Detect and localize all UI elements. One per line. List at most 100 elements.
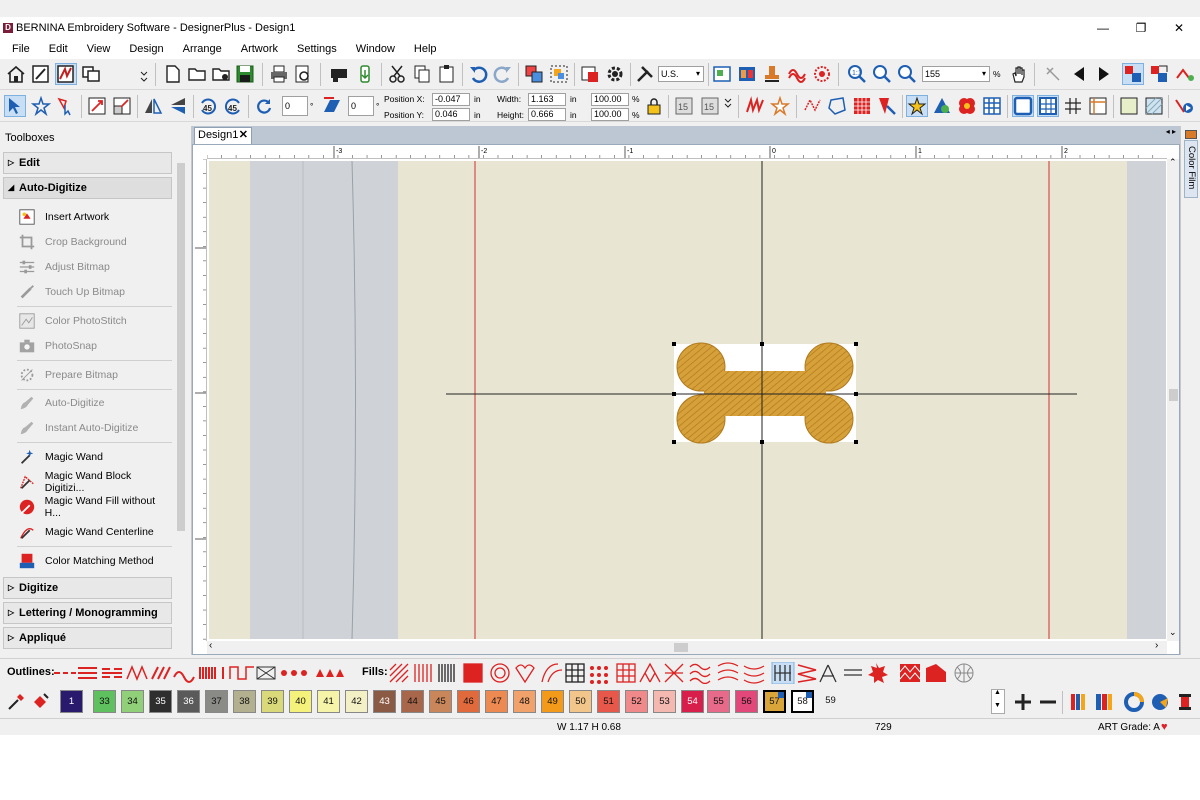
tab-scroll-arrows-icon[interactable]: ◂ ▸ — [1166, 127, 1176, 136]
auto-layout-icon[interactable]: 15 — [699, 95, 721, 117]
satin-stitch-icon[interactable] — [744, 95, 766, 117]
units-select[interactable]: U.S. ▾ — [658, 66, 704, 82]
position-x-input[interactable]: -0.047 — [432, 93, 470, 106]
mirror-vertical-icon[interactable] — [167, 95, 189, 117]
slant-icon[interactable] — [321, 95, 343, 117]
position-y-input[interactable]: 0.046 — [432, 108, 470, 121]
color-film-pin-icon[interactable] — [1185, 130, 1197, 139]
grid-view-icon[interactable] — [1037, 95, 1059, 117]
send-to-machine-icon[interactable] — [328, 63, 350, 85]
color-swatch-45[interactable]: 45 — [429, 690, 452, 713]
color-swatch-51[interactable]: 51 — [597, 690, 620, 713]
color-swatch-44[interactable]: 44 — [401, 690, 424, 713]
color-swatch-56[interactable]: 56 — [735, 690, 758, 713]
undo-icon[interactable] — [467, 63, 489, 85]
section-lettering[interactable]: ▷ Lettering / Monogramming — [3, 602, 172, 624]
color-swatch-42[interactable]: 42 — [345, 690, 368, 713]
color-sequence-icon[interactable] — [1148, 63, 1170, 85]
group-icon[interactable] — [548, 63, 570, 85]
proportional-lock-icon[interactable] — [643, 95, 665, 117]
color-swatch-43[interactable]: 43 — [373, 690, 396, 713]
artwork-canvas-icon[interactable] — [30, 63, 52, 85]
cut-icon[interactable] — [386, 63, 408, 85]
color-swatch-49[interactable]: 49 — [541, 690, 564, 713]
menu-file[interactable]: File — [0, 43, 37, 55]
tools-icon[interactable] — [634, 63, 656, 85]
pan-hand-icon[interactable] — [1008, 63, 1030, 85]
menu-arrange[interactable]: Arrange — [171, 43, 229, 55]
stitch-player-icon[interactable] — [579, 63, 601, 85]
color-swatch-48[interactable]: 48 — [513, 690, 536, 713]
rotate-icon[interactable] — [253, 95, 275, 117]
color-swatch-37[interactable]: 37 — [205, 690, 228, 713]
rotate-right-45-icon[interactable]: 45 — [222, 95, 244, 117]
vscroll-thumb[interactable] — [1169, 389, 1178, 401]
color-wheel-icon[interactable] — [1123, 691, 1145, 713]
fabric-texture-icon[interactable] — [1143, 95, 1165, 117]
paste-icon[interactable] — [436, 63, 458, 85]
auto-center-icon[interactable]: 15 — [673, 95, 695, 117]
redo-icon[interactable] — [492, 63, 514, 85]
ruler-grid-icon[interactable] — [1087, 95, 1109, 117]
color-swatch-46[interactable]: 46 — [457, 690, 480, 713]
maximize-button[interactable]: ❐ — [1122, 17, 1160, 39]
embroidery-canvas-icon[interactable] — [55, 63, 77, 85]
hoop-icon[interactable] — [811, 63, 833, 85]
tool-magic-wand-centerline[interactable]: Magic Wand Centerline — [17, 520, 172, 544]
fill-arrow-icon[interactable] — [876, 95, 898, 117]
print-icon[interactable] — [268, 63, 290, 85]
my-threads-icon[interactable] — [1093, 691, 1115, 713]
thread-chart-icon[interactable] — [1068, 691, 1090, 713]
arrange-icon[interactable] — [523, 63, 545, 85]
arrow-left-icon[interactable] — [1068, 63, 1090, 85]
tab-design1[interactable]: Design1 ✕ — [194, 127, 252, 144]
width-input[interactable]: 1.163 — [528, 93, 566, 106]
color-swatch-54[interactable]: 54 — [681, 690, 704, 713]
remove-color-icon[interactable] — [1037, 691, 1059, 713]
color-swatch-41[interactable]: 41 — [317, 690, 340, 713]
section-auto-digitize[interactable]: ◢ Auto-Digitize — [3, 177, 172, 199]
scroll-right-icon[interactable]: › — [1155, 640, 1158, 651]
scale-width-input[interactable]: 100.00 — [591, 93, 629, 106]
menu-artwork[interactable]: Artwork — [229, 43, 285, 55]
color-film-tab[interactable]: Color Film — [1184, 140, 1198, 198]
close-tab-icon[interactable]: ✕ — [239, 128, 248, 143]
tool-auto-digitize[interactable]: Auto-Digitize — [17, 391, 172, 415]
color-swatch-36[interactable]: 36 — [177, 690, 200, 713]
zoom-fit-icon[interactable] — [871, 63, 893, 85]
settings-gear-icon[interactable] — [604, 63, 626, 85]
color-object-icon[interactable] — [1122, 63, 1144, 85]
toolbar-overflow-2-icon[interactable] — [722, 95, 734, 117]
tool-magic-wand-block[interactable]: Magic Wand Block Digitizi... — [17, 470, 172, 494]
stitch-select-icon[interactable] — [1042, 63, 1064, 85]
scale-height-input[interactable]: 100.00 — [591, 108, 629, 121]
scroll-up-icon[interactable]: ⌃ — [1169, 157, 1177, 168]
tool-crop-background[interactable]: Crop Background — [17, 230, 172, 254]
tool-magic-wand-fill[interactable]: Magic Wand Fill without H... — [17, 495, 172, 519]
hscroll-thumb[interactable] — [674, 643, 688, 652]
color-swatch-57[interactable]: 57 — [763, 690, 786, 713]
print-preview-icon[interactable] — [292, 63, 314, 85]
rotate-angle-input[interactable]: 0 — [282, 96, 308, 116]
fill-pattern-icon[interactable] — [851, 95, 873, 117]
section-edit[interactable]: ▷ Edit — [3, 152, 172, 174]
run-stitch-icon[interactable] — [802, 95, 824, 117]
tool-touch-up-bitmap[interactable]: Touch Up Bitmap — [17, 280, 172, 304]
color-swatch-34[interactable]: 34 — [121, 690, 144, 713]
palette-spin-buttons[interactable]: ▲ ▼ — [991, 689, 1005, 714]
open-design-icon[interactable] — [210, 63, 232, 85]
tool-magic-wand[interactable]: Magic Wand — [17, 445, 172, 469]
multi-view-icon[interactable] — [80, 63, 102, 85]
add-color-icon[interactable] — [1012, 691, 1034, 713]
spin-down-icon[interactable]: ▼ — [994, 702, 1001, 709]
scroll-left-icon[interactable]: ‹ — [209, 640, 212, 651]
menu-window[interactable]: Window — [344, 43, 402, 55]
stitch-simulator-icon[interactable] — [1173, 95, 1195, 117]
scroll-thumb[interactable] — [177, 163, 185, 531]
polygon-select-icon[interactable] — [55, 95, 77, 117]
color-swatch-55[interactable]: 55 — [707, 690, 730, 713]
tool-adjust-bitmap[interactable]: Adjust Bitmap — [17, 255, 172, 279]
stamp-icon[interactable] — [761, 63, 783, 85]
height-input[interactable]: 0.666 — [528, 108, 566, 121]
color-swatch-47[interactable]: 47 — [485, 690, 508, 713]
